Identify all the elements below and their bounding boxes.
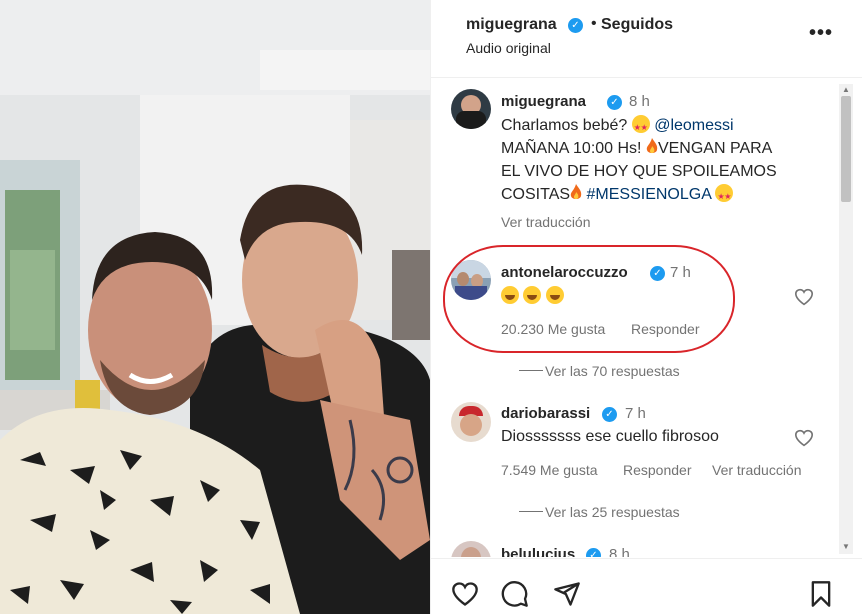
post-photo bbox=[0, 0, 430, 614]
following-button[interactable]: Seguidos bbox=[601, 16, 673, 34]
avatar[interactable] bbox=[451, 541, 491, 557]
caption-text: Charlamos bebé? @leomessi MAÑANA 10:00 H… bbox=[501, 114, 821, 208]
caption-line-1: Charlamos bebé? bbox=[501, 117, 632, 134]
send-icon[interactable] bbox=[553, 580, 581, 608]
verified-badge-icon: ✓ bbox=[602, 407, 617, 422]
comment-time[interactable]: 8 h bbox=[609, 546, 630, 557]
view-replies-link[interactable]: Ver las 70 respuestas bbox=[545, 363, 680, 379]
separator-dot: • bbox=[591, 15, 597, 32]
heart-eyes-emoji-icon bbox=[715, 184, 734, 208]
author-username[interactable]: miguegrana bbox=[466, 16, 557, 34]
comment-time[interactable]: 7 h bbox=[625, 405, 646, 422]
avatar[interactable] bbox=[451, 89, 491, 129]
photo-illustration bbox=[0, 0, 430, 614]
replies-divider bbox=[519, 370, 543, 371]
verified-badge-icon: ✓ bbox=[607, 95, 622, 110]
caption-line-2: MAÑANA 10:00 Hs! bbox=[501, 140, 646, 157]
scrollbar-thumb[interactable] bbox=[841, 96, 851, 202]
avatar[interactable] bbox=[451, 402, 491, 442]
replies-divider bbox=[519, 511, 543, 512]
bookmark-icon[interactable] bbox=[808, 580, 834, 608]
caption-line-2b: VENGAN PARA bbox=[657, 140, 773, 157]
comment-username[interactable]: belulucius bbox=[501, 546, 575, 557]
see-translation-link[interactable]: Ver traducción bbox=[501, 214, 591, 230]
caption-line-4: COSITAS bbox=[501, 186, 571, 203]
highlight-annotation-ring bbox=[443, 245, 735, 353]
comment-likes[interactable]: 7.549 Me gusta bbox=[501, 462, 598, 478]
reply-button[interactable]: Responder bbox=[623, 462, 692, 478]
comment-icon[interactable] bbox=[501, 580, 529, 608]
mention-link[interactable]: @leomessi bbox=[654, 117, 733, 134]
comments-scrollbar[interactable]: ▲ ▼ bbox=[839, 84, 853, 554]
view-replies-link[interactable]: Ver las 25 respuestas bbox=[545, 504, 680, 520]
comment-text: Diosssssss ese cuello fibrosoo bbox=[501, 428, 719, 445]
caption-username[interactable]: miguegrana bbox=[501, 93, 586, 110]
caption-line-3: EL VIVO DE HOY QUE SPOILEAMOS bbox=[501, 163, 777, 180]
action-bar bbox=[431, 558, 862, 614]
heart-icon[interactable] bbox=[794, 288, 814, 306]
verified-badge-icon: ✓ bbox=[568, 18, 583, 33]
comment-username[interactable]: dariobarassi bbox=[501, 405, 590, 422]
audio-link[interactable]: Audio original bbox=[466, 40, 551, 56]
heart-icon[interactable] bbox=[794, 429, 814, 447]
verified-badge-icon: ✓ bbox=[586, 548, 601, 557]
heart-icon[interactable] bbox=[451, 581, 479, 607]
fire-emoji-icon bbox=[570, 184, 582, 200]
post-header: miguegrana ✓ • Seguidos Audio original •… bbox=[431, 0, 862, 78]
more-horizontal-icon[interactable]: ••• bbox=[809, 22, 833, 45]
heart-eyes-emoji-icon bbox=[631, 115, 650, 139]
scroll-down-arrow-icon[interactable]: ▼ bbox=[842, 542, 850, 551]
scroll-up-arrow-icon[interactable]: ▲ bbox=[842, 85, 850, 94]
see-translation-link[interactable]: Ver traducción bbox=[712, 462, 802, 478]
hashtag-link[interactable]: #MESSIENOLGA bbox=[587, 186, 712, 203]
caption-time[interactable]: 8 h bbox=[629, 93, 650, 110]
fire-emoji-icon bbox=[646, 138, 658, 154]
